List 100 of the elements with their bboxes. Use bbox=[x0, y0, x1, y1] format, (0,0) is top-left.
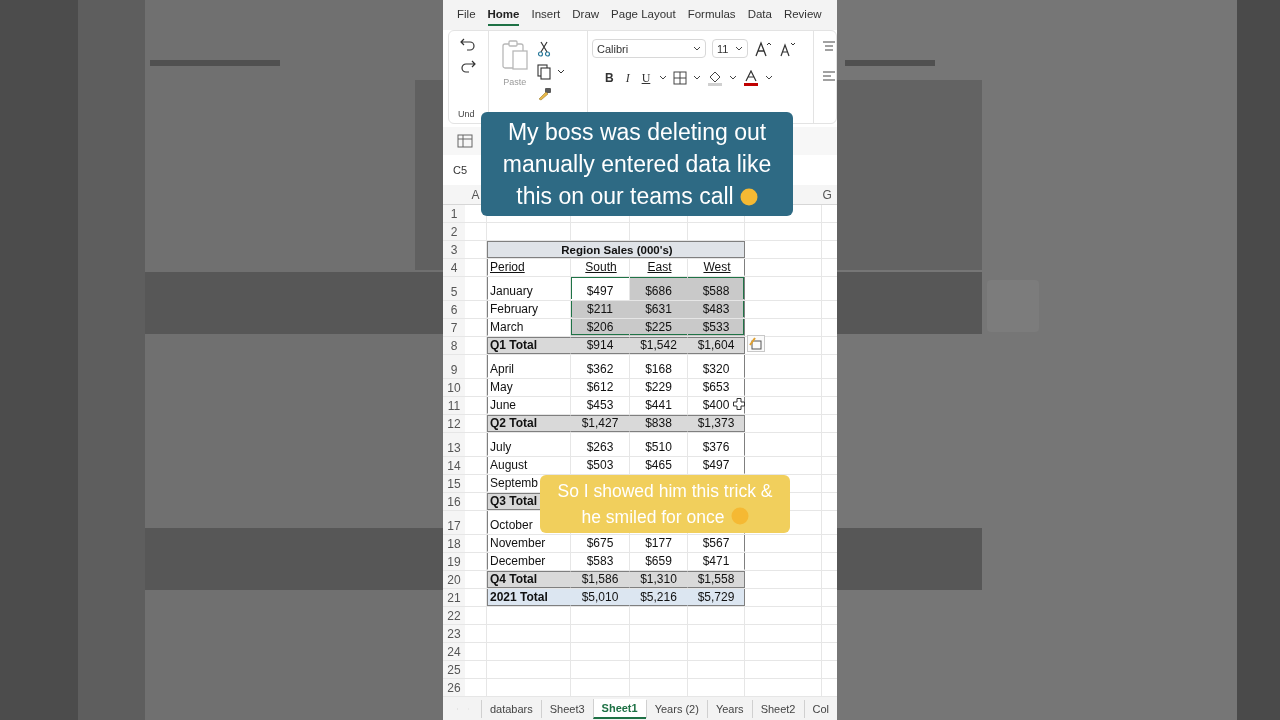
row-number[interactable]: 22 bbox=[443, 607, 465, 624]
grow-font-icon[interactable] bbox=[753, 40, 772, 57]
table-cell-text: $510 bbox=[644, 439, 673, 456]
table-cell: $1,373 bbox=[688, 415, 745, 432]
underline-button[interactable]: U bbox=[638, 70, 654, 86]
row-label: November bbox=[487, 535, 571, 552]
table-cell-text: $503 bbox=[585, 457, 615, 474]
row-number[interactable]: 8 bbox=[443, 337, 465, 354]
sheet-tab[interactable]: Sheet1 bbox=[592, 698, 646, 719]
name-box[interactable]: C5 bbox=[451, 162, 470, 178]
copy-icon[interactable] bbox=[536, 64, 551, 80]
caption: My boss was deleting out manually entered data like this on our teams call bbox=[481, 112, 793, 216]
column-header[interactable]: G bbox=[817, 185, 837, 204]
table-title: Region Sales (000's) bbox=[487, 241, 745, 258]
row-number[interactable]: 7 bbox=[443, 319, 465, 336]
borders-icon[interactable] bbox=[673, 71, 688, 85]
row-number[interactable]: 25 bbox=[443, 661, 465, 678]
row-number[interactable]: 11 bbox=[443, 397, 465, 414]
sheet-tab[interactable]: Sheet2 bbox=[751, 699, 804, 718]
row-label: June bbox=[487, 397, 571, 414]
table-cell: $686 bbox=[630, 277, 688, 300]
table-cell: $483 bbox=[688, 301, 745, 318]
table-cell-text: $362 bbox=[585, 361, 615, 378]
bold-button[interactable]: B bbox=[601, 71, 617, 85]
table-cell: $320 bbox=[688, 355, 745, 378]
row-number[interactable]: 9 bbox=[443, 355, 465, 378]
row-label: July bbox=[487, 433, 571, 456]
row-label: December bbox=[487, 553, 571, 570]
row-number[interactable]: 6 bbox=[443, 301, 465, 318]
function-icon[interactable] bbox=[457, 134, 473, 148]
row-number[interactable]: 1 bbox=[443, 205, 465, 222]
table-cell: $1,310 bbox=[630, 571, 688, 588]
row-number[interactable]: 20 bbox=[443, 571, 465, 588]
sheet-tab[interactable]: databars bbox=[480, 699, 541, 718]
row-number[interactable]: 12 bbox=[443, 415, 465, 432]
table-cell: $631 bbox=[630, 301, 688, 318]
font-field[interactable]: Calibri bbox=[591, 39, 706, 58]
ribbon-tab[interactable]: Insert bbox=[531, 4, 561, 26]
table-cell-text: $612 bbox=[585, 379, 615, 396]
font-color-icon[interactable] bbox=[743, 70, 760, 86]
row-number[interactable]: 23 bbox=[443, 625, 465, 642]
table-cell: $471 bbox=[688, 553, 745, 570]
row-number[interactable]: 17 bbox=[443, 511, 465, 534]
table-cell: $225 bbox=[630, 319, 688, 336]
cursor-icon bbox=[733, 398, 745, 410]
sheet-tab[interactable]: Sheet3 bbox=[540, 699, 593, 718]
shrink-font-icon[interactable] bbox=[777, 40, 796, 57]
redo-icon[interactable] bbox=[460, 59, 477, 73]
row-number[interactable]: 4 bbox=[443, 259, 465, 276]
row-label: Q4 Total bbox=[487, 571, 571, 588]
sheet-tab[interactable]: Years bbox=[706, 699, 752, 718]
row-number[interactable]: 13 bbox=[443, 433, 465, 456]
ribbon-tab[interactable]: Data bbox=[747, 4, 772, 26]
caret-icon[interactable] bbox=[765, 75, 774, 81]
ribbon-tab[interactable]: Formulas bbox=[687, 4, 736, 26]
column-header[interactable]: A bbox=[471, 187, 480, 202]
table-cell-text: $168 bbox=[644, 361, 673, 378]
row-number[interactable]: 26 bbox=[443, 679, 465, 696]
row-number[interactable]: 10 bbox=[443, 379, 465, 396]
row-number[interactable]: 18 bbox=[443, 535, 465, 552]
fill-color-icon[interactable] bbox=[707, 70, 724, 86]
undo-icon[interactable] bbox=[460, 37, 477, 51]
font-size-field[interactable]: 11 bbox=[711, 39, 748, 58]
caret-icon[interactable] bbox=[556, 69, 565, 75]
ribbon-tab[interactable]: Page Layout bbox=[611, 4, 676, 26]
table-cell-text: $263 bbox=[585, 439, 615, 456]
table-cell: $653 bbox=[688, 379, 745, 396]
table-cell: $838 bbox=[630, 415, 688, 432]
scissors-icon[interactable] bbox=[536, 41, 551, 57]
caret-icon[interactable] bbox=[693, 75, 702, 81]
row-number[interactable]: 2 bbox=[443, 223, 465, 240]
sheet-tab[interactable]: Years (2) bbox=[645, 699, 707, 718]
caret-icon[interactable] bbox=[729, 75, 738, 81]
row-number[interactable]: 14 bbox=[443, 457, 465, 474]
table-cell: $497 bbox=[571, 277, 630, 300]
caret-icon[interactable] bbox=[734, 45, 743, 52]
table-cell-text: $177 bbox=[644, 535, 673, 552]
align-left-icon[interactable] bbox=[822, 71, 836, 83]
italic-button[interactable]: I bbox=[622, 70, 633, 86]
row-number[interactable]: 21 bbox=[443, 589, 465, 606]
row-number[interactable]: 15 bbox=[443, 475, 465, 492]
row-number[interactable]: 3 bbox=[443, 241, 465, 258]
row-number[interactable]: 19 bbox=[443, 553, 465, 570]
caret-icon[interactable] bbox=[692, 45, 701, 52]
row-number[interactable]: 24 bbox=[443, 643, 465, 660]
caret-icon[interactable] bbox=[659, 75, 668, 81]
table-cell-text: $441 bbox=[644, 397, 673, 414]
ribbon-tab[interactable]: Draw bbox=[572, 4, 600, 26]
group-label: Und bbox=[457, 109, 475, 121]
table-cell: $497 bbox=[688, 457, 745, 474]
emoji-icon bbox=[739, 188, 758, 206]
clipboard-icon bbox=[500, 39, 529, 71]
ribbon-tab[interactable]: Home bbox=[487, 4, 520, 26]
row-number[interactable]: 16 bbox=[443, 493, 465, 510]
row-number[interactable]: 5 bbox=[443, 277, 465, 300]
ribbon-tab[interactable]: Review bbox=[783, 4, 822, 26]
table-cell-text: $453 bbox=[585, 397, 615, 414]
paintbrush-icon[interactable] bbox=[536, 87, 553, 101]
ribbon-tab[interactable]: File bbox=[457, 4, 476, 26]
align-top-icon[interactable] bbox=[822, 41, 836, 53]
